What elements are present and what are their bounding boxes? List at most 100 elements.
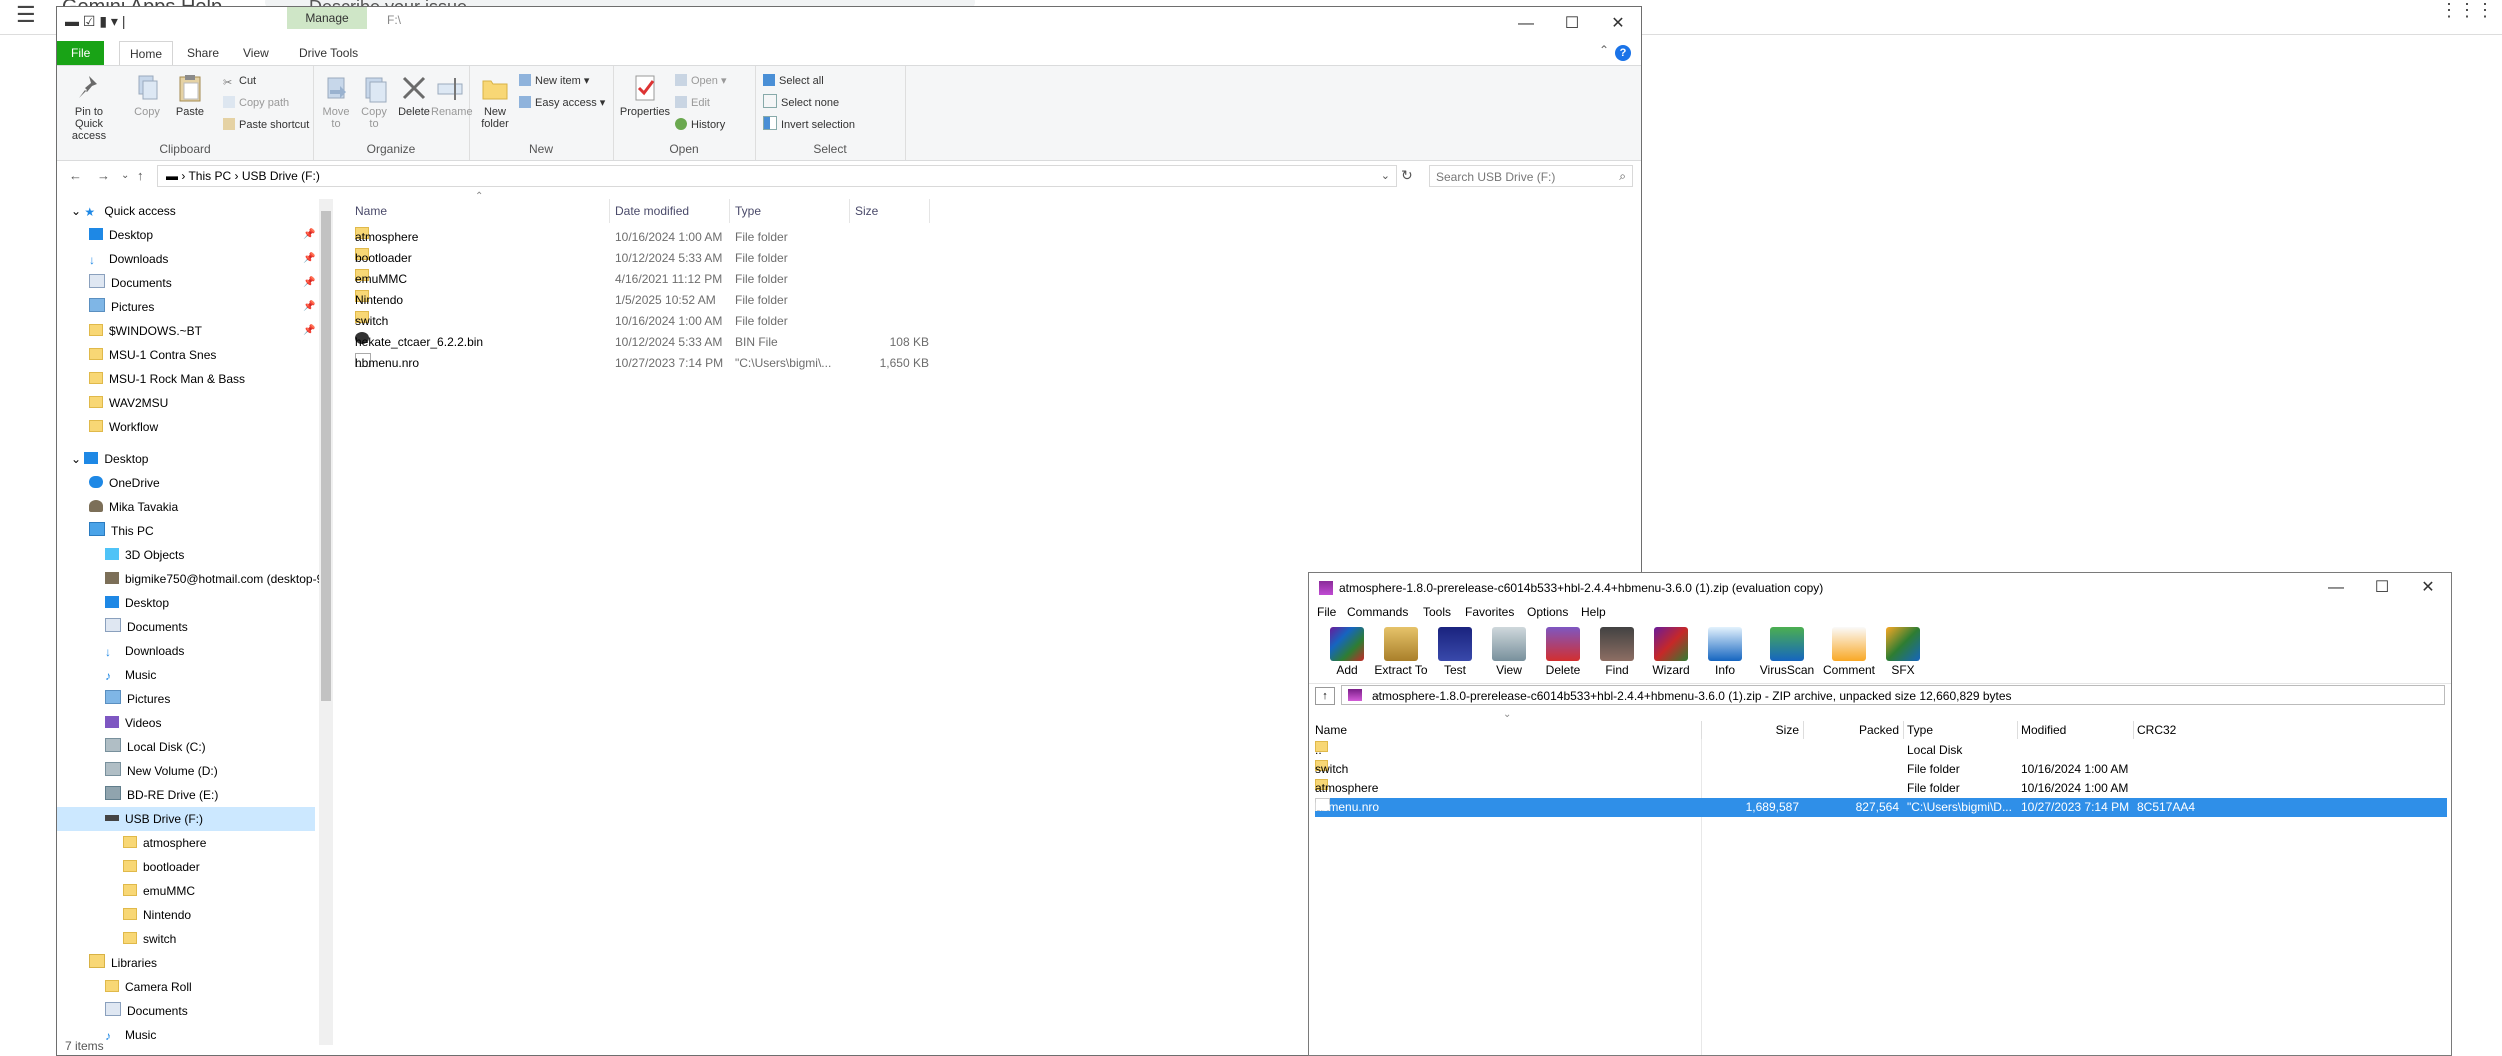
nav-documents-quick[interactable]: Documents	[89, 271, 172, 295]
menu-file[interactable]: File	[1317, 605, 1336, 619]
comment-button[interactable]: Comment	[1819, 627, 1879, 677]
new-item-button[interactable]: New item ▾	[519, 72, 589, 90]
nav-desktop-root[interactable]: ⌄ Desktop	[71, 447, 148, 471]
nav-downloads-quick[interactable]: ↓ Downloads	[89, 247, 168, 271]
nav-usb-atmosphere[interactable]: atmosphere	[123, 831, 206, 855]
close-icon[interactable]: ✕	[2405, 573, 2451, 603]
nav-usb-emummc[interactable]: emuMMC	[123, 879, 195, 903]
address-bar[interactable]: ▬ › This PC › USB Drive (F:) ⌄	[157, 165, 1397, 187]
column-header-size[interactable]: Size	[855, 199, 878, 223]
rename-button[interactable]: Rename	[431, 72, 473, 118]
column-separator[interactable]	[729, 199, 730, 223]
menu-commands[interactable]: Commands	[1347, 605, 1408, 619]
column-separator[interactable]	[1903, 721, 1904, 739]
maximize-icon[interactable]: ☐	[1549, 7, 1595, 41]
breadcrumb-usb-drive[interactable]: USB Drive (F:)	[242, 169, 320, 183]
nav-usb-switch[interactable]: switch	[123, 927, 176, 951]
nav-camera-roll[interactable]: Camera Roll	[105, 975, 192, 999]
pin-quick-access-button[interactable]: Pin to Quick access	[61, 72, 117, 142]
back-arrow-icon[interactable]: ←	[69, 168, 82, 183]
extract-to-button[interactable]: Extract To	[1373, 627, 1429, 677]
nav-pictures-quick[interactable]: Pictures	[89, 295, 154, 319]
nav-bd-re-drive-e[interactable]: BD-RE Drive (E:)	[105, 783, 218, 807]
easy-access-button[interactable]: Easy access ▾	[519, 94, 605, 112]
wizard-button[interactable]: Wizard	[1645, 627, 1697, 677]
expand-chevron-icon[interactable]: ⌄	[71, 452, 84, 466]
column-header-crc32[interactable]: CRC32	[2137, 721, 2176, 739]
archive-row[interactable]: .. Local Disk	[1315, 741, 2447, 760]
up-arrow-icon[interactable]: ↑	[137, 168, 144, 183]
nav-library-documents[interactable]: Documents	[105, 999, 188, 1023]
paste-button[interactable]: Paste	[171, 72, 209, 118]
nav-3d-objects[interactable]: 3D Objects	[105, 543, 184, 567]
column-header-modified[interactable]: Modified	[2021, 721, 2066, 739]
edit-button[interactable]: Edit	[675, 94, 710, 112]
nav-onedrive[interactable]: OneDrive	[89, 471, 160, 495]
archive-row[interactable]: atmosphere File folder 10/16/2024 1:00 A…	[1315, 779, 2447, 798]
maximize-icon[interactable]: ☐	[2359, 573, 2405, 603]
close-icon[interactable]: ✕	[1595, 7, 1641, 41]
refresh-icon[interactable]: ↻	[1401, 167, 1413, 184]
tab-home[interactable]: Home	[119, 41, 174, 66]
nav-user-profile[interactable]: Mika Tavakia	[89, 495, 178, 519]
nav-videos-pc[interactable]: Videos	[105, 711, 161, 735]
forward-arrow-icon[interactable]: →	[97, 168, 110, 183]
view-button[interactable]: View	[1483, 627, 1535, 677]
nav-desktop-quick[interactable]: Desktop	[89, 223, 153, 247]
column-separator[interactable]	[609, 199, 610, 223]
column-header-packed[interactable]: Packed	[1803, 721, 1899, 739]
column-header-size[interactable]: Size	[1701, 721, 1799, 739]
nav-library-music[interactable]: ♪ Music	[105, 1023, 156, 1045]
expand-chevron-icon[interactable]: ⌄	[71, 204, 84, 218]
manage-contextual-tab[interactable]: Manage	[287, 7, 367, 29]
help-icon[interactable]: ?	[1615, 45, 1631, 61]
column-header-type[interactable]: Type	[1907, 721, 1933, 739]
nav-desktop-pc[interactable]: Desktop	[105, 591, 169, 615]
column-header-name[interactable]: Name	[1315, 721, 1347, 739]
select-all-button[interactable]: Select all	[763, 72, 824, 90]
menu-tools[interactable]: Tools	[1423, 605, 1451, 619]
nav-network-user[interactable]: bigmike750@hotmail.com (desktop-9	[105, 567, 323, 591]
minimize-icon[interactable]: —	[1503, 7, 1549, 41]
nav-msu1-contra[interactable]: MSU-1 Contra Snes	[89, 343, 216, 367]
copy-path-button[interactable]: Copy path	[223, 94, 289, 112]
column-header-type[interactable]: Type	[735, 199, 761, 223]
breadcrumb-this-pc[interactable]: This PC	[188, 169, 231, 183]
history-button[interactable]: History	[675, 116, 725, 134]
column-separator[interactable]	[849, 199, 850, 223]
quick-access-toolbar-icons[interactable]: ▬ ☑ ▮ ▾ |	[65, 13, 125, 30]
copy-button[interactable]: Copy	[129, 72, 165, 118]
apps-grid-icon[interactable]: ⋮⋮⋮	[2440, 0, 2494, 21]
open-button[interactable]: Open ▾	[675, 72, 727, 90]
nav-wav2msu[interactable]: WAV2MSU	[89, 391, 168, 415]
properties-button[interactable]: Properties	[617, 72, 673, 118]
menu-help[interactable]: Help	[1581, 605, 1606, 619]
cut-button[interactable]: ✂ Cut	[223, 72, 256, 90]
sfx-button[interactable]: SFX	[1877, 627, 1929, 677]
new-folder-button[interactable]: New folder	[475, 72, 515, 130]
address-dropdown-icon[interactable]: ⌄	[1381, 169, 1390, 182]
nav-msu1-rockman[interactable]: MSU-1 Rock Man & Bass	[89, 367, 245, 391]
nav-scrollbar-thumb[interactable]	[321, 211, 331, 701]
minimize-icon[interactable]: —	[2313, 573, 2359, 603]
select-none-button[interactable]: Select none	[763, 94, 839, 112]
tab-view[interactable]: View	[233, 41, 279, 65]
archive-row[interactable]: switch File folder 10/16/2024 1:00 AM	[1315, 760, 2447, 779]
copy-to-button[interactable]: Copy to	[357, 72, 391, 130]
up-one-level-icon[interactable]: ↑	[1315, 687, 1335, 705]
nav-this-pc[interactable]: This PC	[89, 519, 154, 543]
nav-libraries[interactable]: Libraries	[89, 951, 157, 975]
menu-favorites[interactable]: Favorites	[1465, 605, 1514, 619]
menu-options[interactable]: Options	[1527, 605, 1568, 619]
info-button[interactable]: Info	[1699, 627, 1751, 677]
nav-new-volume-d[interactable]: New Volume (D:)	[105, 759, 218, 783]
find-button[interactable]: Find	[1591, 627, 1643, 677]
nav-documents-pc[interactable]: Documents	[105, 615, 188, 639]
nav-local-disk-c[interactable]: Local Disk (C:)	[105, 735, 206, 759]
nav-usb-bootloader[interactable]: bootloader	[123, 855, 200, 879]
nav-quick-access[interactable]: ⌄ ★ Quick access	[71, 199, 176, 223]
column-separator[interactable]	[2017, 721, 2018, 739]
collapse-ribbon-icon[interactable]: ⌃	[1599, 43, 1609, 57]
tab-share[interactable]: Share	[177, 41, 229, 65]
archive-path-dropdown[interactable]: atmosphere-1.8.0-prerelease-c6014b533+hb…	[1341, 685, 2445, 705]
